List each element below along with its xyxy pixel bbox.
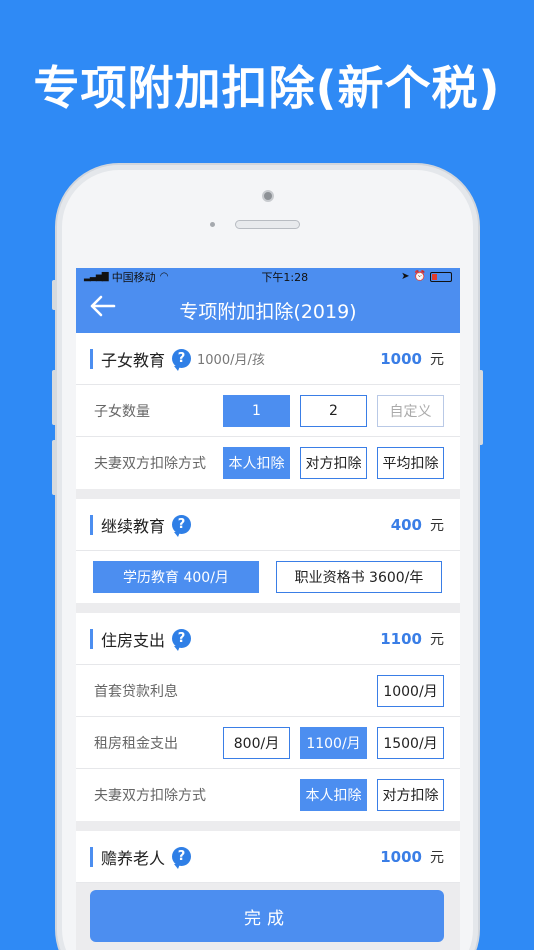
section-title: 住房支出	[101, 630, 166, 650]
section-header: 住房支出 ? 1100 元	[76, 613, 460, 665]
split-average-button[interactable]: 平均扣除	[377, 447, 444, 479]
continuing-education-card: 继续教育 ? 400 元 学历教育 400/月 职业资格书 3600/年	[76, 499, 460, 603]
child-count-row: 子女数量 1 2 自定义	[76, 385, 460, 437]
row-label: 子女数量	[94, 403, 150, 420]
rent-option-800[interactable]: 800/月	[223, 726, 290, 759]
child-count-option-1[interactable]: 1	[223, 394, 290, 427]
mortgage-interest-row: 首套贷款利息 1000/月	[76, 665, 460, 717]
housing-expense-card: 住房支出 ? 1100 元 首套贷款利息 1000/月 租房租金支出 800/月…	[76, 613, 460, 821]
carrier-label: 中国移动	[111, 270, 156, 284]
clock-label: 下午1:28	[261, 270, 309, 284]
split-self-button[interactable]: 本人扣除	[223, 447, 290, 479]
section-accent-bar	[90, 846, 93, 867]
section-amount: 400	[390, 515, 422, 534]
degree-education-button[interactable]: 学历教育 400/月	[93, 561, 259, 593]
child-count-option-2[interactable]: 2	[300, 394, 367, 427]
section-title: 子女教育	[101, 350, 166, 370]
housing-split-self-button[interactable]: 本人扣除	[300, 779, 367, 811]
elderly-support-card: 赡养老人 ? 1000 元	[76, 831, 460, 883]
location-icon: ➤	[401, 271, 410, 282]
child-count-custom[interactable]: 自定义	[377, 394, 444, 427]
section-amount: 1100	[380, 629, 422, 648]
row-label: 租房租金支出	[94, 735, 178, 752]
housing-split-row: 夫妻双方扣除方式 本人扣除 对方扣除	[76, 769, 460, 821]
signal-icon: ▂▃▅▇	[84, 271, 109, 282]
spouse-split-row: 夫妻双方扣除方式 本人扣除 对方扣除 平均扣除	[76, 437, 460, 489]
amount-unit: 元	[430, 631, 444, 648]
education-type-row: 学历教育 400/月 职业资格书 3600/年	[76, 551, 460, 603]
section-subtitle: 1000/月/孩	[197, 353, 265, 368]
front-camera	[262, 190, 274, 202]
amount-unit: 元	[430, 351, 444, 368]
row-label: 首套贷款利息	[94, 683, 178, 700]
section-header: 赡养老人 ? 1000 元	[76, 831, 460, 883]
row-label: 夫妻双方扣除方式	[94, 456, 206, 472]
phone-side-button	[52, 280, 57, 310]
app-screen: ▂▃▅▇ 中国移动 ◠ 下午1:28 ➤ ⏰ 专项附加扣除(2019) 子女教育…	[76, 268, 460, 950]
earpiece-speaker	[235, 220, 300, 229]
amount-unit: 元	[430, 517, 444, 534]
vocational-cert-button[interactable]: 职业资格书 3600/年	[276, 561, 442, 593]
status-bar: ▂▃▅▇ 中国移动 ◠ 下午1:28 ➤ ⏰	[76, 268, 460, 285]
battery-icon	[430, 271, 452, 282]
amount-unit: 元	[430, 849, 444, 866]
page-title: 专项附加扣除(2019)	[179, 301, 357, 323]
navigation-bar: 专项附加扣除(2019)	[76, 285, 460, 333]
help-icon[interactable]: ?	[172, 515, 192, 537]
mortgage-option-button[interactable]: 1000/月	[377, 674, 444, 707]
children-education-card: 子女教育 ? 1000/月/孩 1000 元 子女数量 1 2 自定义 夫妻双方…	[76, 333, 460, 489]
done-button[interactable]: 完成	[90, 890, 444, 942]
rent-expense-row: 租房租金支出 800/月 1100/月 1500/月	[76, 717, 460, 769]
section-title: 继续教育	[101, 516, 166, 536]
section-accent-bar	[90, 514, 93, 535]
wifi-icon: ◠	[159, 271, 169, 282]
alarm-icon: ⏰	[413, 271, 426, 282]
section-amount: 1000	[380, 349, 422, 368]
housing-split-spouse-button[interactable]: 对方扣除	[377, 779, 444, 811]
rent-option-1500[interactable]: 1500/月	[377, 726, 444, 759]
section-amount: 1000	[380, 847, 422, 866]
section-title: 赡养老人	[101, 848, 166, 868]
proximity-sensor	[210, 222, 215, 227]
section-header: 继续教育 ? 400 元	[76, 499, 460, 551]
split-spouse-button[interactable]: 对方扣除	[300, 447, 367, 479]
phone-power-button	[478, 370, 483, 445]
help-icon[interactable]: ?	[172, 349, 192, 371]
section-accent-bar	[90, 628, 93, 649]
phone-volume-up	[52, 370, 57, 425]
section-header: 子女教育 ? 1000/月/孩 1000 元	[76, 333, 460, 385]
help-icon[interactable]: ?	[172, 847, 192, 869]
row-label: 夫妻双方扣除方式	[94, 788, 206, 804]
section-accent-bar	[90, 348, 93, 369]
phone-volume-down	[52, 440, 57, 495]
help-icon[interactable]: ?	[172, 629, 192, 651]
rent-option-1100[interactable]: 1100/月	[300, 726, 367, 759]
promo-banner-title: 专项附加扣除(新个税)	[33, 61, 501, 115]
